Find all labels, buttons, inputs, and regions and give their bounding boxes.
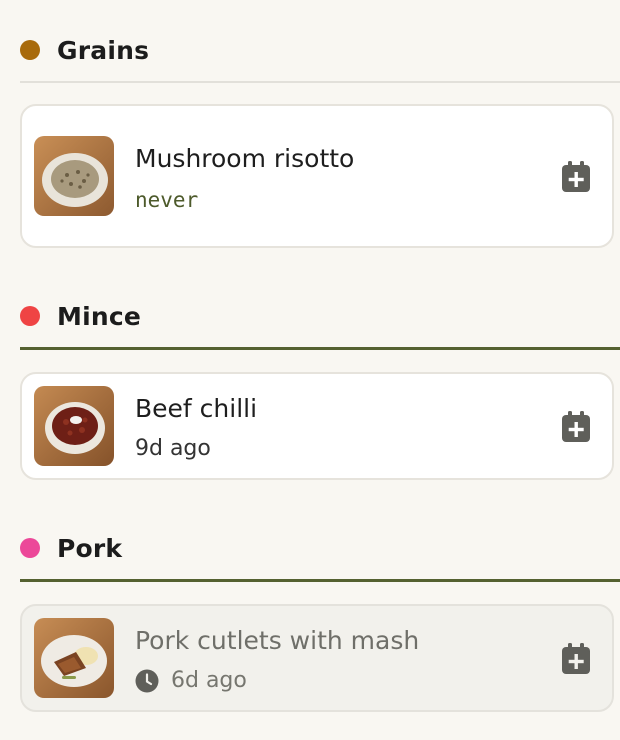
section-title: Mince bbox=[57, 301, 142, 331]
section-divider bbox=[20, 347, 620, 350]
clock-icon bbox=[135, 669, 159, 692]
recipe-title: Pork cutlets with mash bbox=[135, 626, 420, 655]
recipe-title: Beef chilli bbox=[135, 394, 258, 423]
recipe-title: Mushroom risotto bbox=[135, 144, 355, 173]
section-divider bbox=[20, 579, 620, 582]
section-header-pork: Pork bbox=[20, 528, 620, 568]
section-header-grains: Grains bbox=[20, 30, 620, 70]
calendar-plus-icon[interactable] bbox=[560, 642, 592, 676]
calendar-plus-icon[interactable] bbox=[560, 160, 592, 194]
recipe-card-beef-chilli[interactable]: Beef chilli 9d ago bbox=[20, 372, 614, 480]
last-cooked-label: 9d ago bbox=[135, 436, 211, 461]
last-cooked-label: 6d ago bbox=[171, 668, 247, 693]
section-title: Grains bbox=[57, 35, 150, 65]
section-title: Pork bbox=[57, 533, 123, 563]
recipe-card-mushroom-risotto[interactable]: Mushroom risotto never bbox=[20, 104, 614, 248]
category-dot bbox=[20, 538, 40, 558]
category-dot bbox=[20, 40, 40, 60]
section-header-mince: Mince bbox=[20, 296, 620, 336]
category-dot bbox=[20, 306, 40, 326]
recipe-list-page: Grains Mushroom risotto never Mince Beef… bbox=[0, 0, 620, 740]
recipe-thumbnail bbox=[34, 136, 114, 216]
section-divider bbox=[20, 81, 620, 83]
last-cooked-row: 6d ago bbox=[135, 668, 247, 693]
recipe-card-pork-cutlets-with-mash[interactable]: Pork cutlets with mash 6d ago bbox=[20, 604, 614, 712]
recipe-thumbnail bbox=[34, 386, 114, 466]
recipe-thumbnail bbox=[34, 618, 114, 698]
calendar-plus-icon[interactable] bbox=[560, 410, 592, 444]
last-cooked-label: never bbox=[135, 188, 199, 212]
